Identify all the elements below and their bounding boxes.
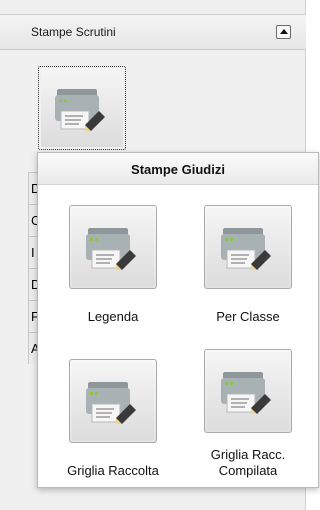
tile-label: Griglia Raccolta (67, 463, 159, 478)
panel-header: Stampe Scrutini (0, 14, 306, 50)
tile-label: Per Classe (216, 309, 280, 324)
popup-header: Stampe Giudizi (38, 153, 318, 185)
tile-label-line: Compilata (218, 463, 278, 478)
popup-title: Stampe Giudizi (131, 162, 225, 177)
tile-label: Legenda (87, 309, 139, 324)
tile-griglia-raccolta: Griglia Raccolta (58, 359, 168, 479)
printer-icon (207, 208, 289, 286)
printer-icon (72, 208, 154, 286)
printer-icon (207, 352, 289, 430)
collapse-arrow-up-icon[interactable] (276, 25, 291, 39)
stampe-giudizi-button[interactable] (38, 66, 126, 150)
printer-icon (41, 69, 123, 147)
stampe-giudizi-popup: Stampe Giudizi Legenda Per Classe Grigli… (37, 152, 319, 488)
per-classe-button[interactable] (204, 205, 292, 289)
tile-per-classe: Per Classe (193, 205, 303, 325)
tile-label-line: Griglia Racc. (210, 447, 286, 462)
legenda-button[interactable] (69, 205, 157, 289)
tile-griglia-racc-compilata: Griglia Racc. Compilata (193, 349, 303, 479)
printer-icon (72, 362, 154, 440)
griglia-racc-compilata-button[interactable] (204, 349, 292, 433)
griglia-raccolta-button[interactable] (69, 359, 157, 443)
panel-title: Stampe Scrutini (31, 25, 116, 39)
tile-label: Griglia Racc. Compilata (193, 447, 303, 479)
tile-legenda: Legenda (58, 205, 168, 325)
